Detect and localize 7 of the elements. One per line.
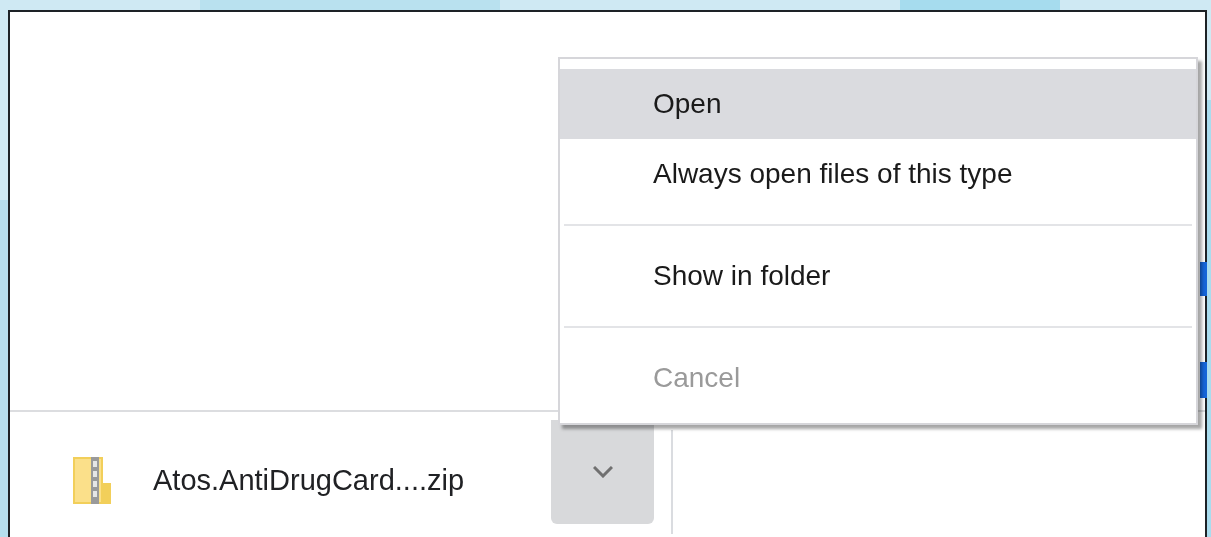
menu-item[interactable]: Show in folder	[560, 241, 1196, 311]
menu-item[interactable]: Open	[560, 69, 1196, 139]
zip-folder-icon	[73, 456, 111, 504]
chevron-down-icon	[592, 466, 613, 478]
menu-toggle-button[interactable]	[551, 420, 654, 524]
menu-item[interactable]: Always open files of this type	[560, 139, 1196, 209]
file-name[interactable]: Atos.AntiDrugCard....zip	[153, 463, 551, 497]
